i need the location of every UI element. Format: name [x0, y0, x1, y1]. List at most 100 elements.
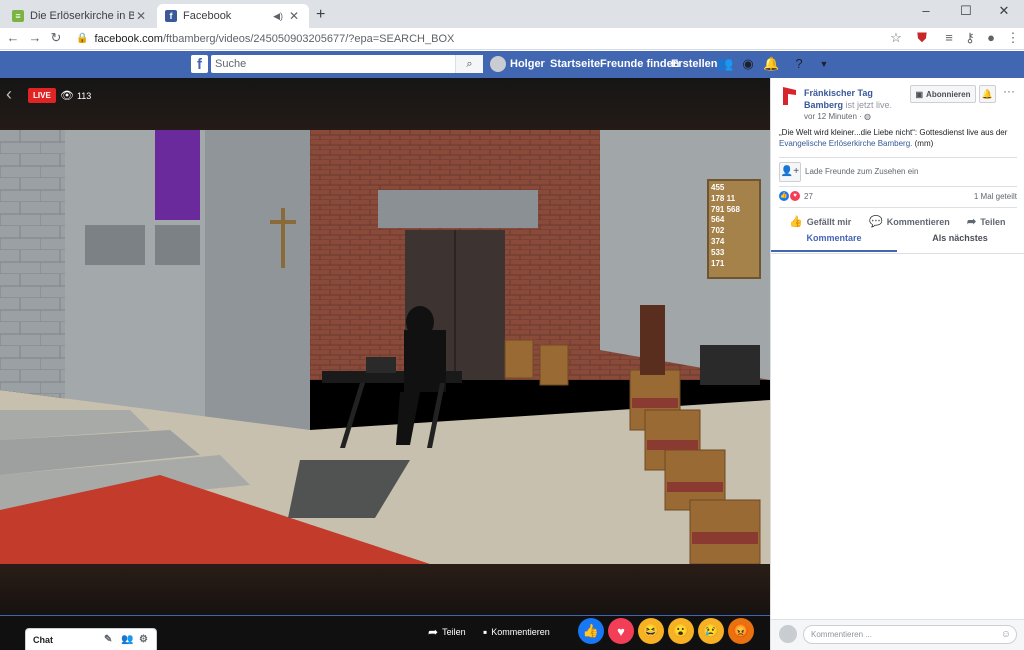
search-input[interactable]: Suche ⌕: [211, 55, 483, 73]
reaction-count: 27: [804, 191, 813, 201]
group-icon[interactable]: 👥: [121, 634, 133, 645]
comment-composer: Kommentieren ... ☺: [771, 619, 1024, 650]
chat-tab[interactable]: Chat ✎ 👥 ⚙: [25, 628, 157, 650]
description-link[interactable]: Evangelische Erlöserkirche Bamberg.: [779, 139, 912, 148]
browser-toolbar: ← → ↻ 🔒 facebook.com/ftbamberg/videos/24…: [0, 28, 1024, 50]
like-label: Gefällt mir: [806, 216, 852, 227]
subscribe-button[interactable]: ▣ Abonnieren: [910, 85, 976, 103]
forward-icon[interactable]: →: [26, 30, 44, 45]
menu-icon[interactable]: ⋮: [1004, 30, 1022, 46]
notification-bell-button[interactable]: 🔔: [979, 85, 996, 103]
share-button[interactable]: ➦ Teilen: [967, 215, 1006, 228]
tab-title: Facebook: [183, 10, 232, 22]
like-button[interactable]: 👍 Gefällt mir: [789, 215, 851, 228]
reaction-sad-button[interactable]: 😢: [698, 618, 724, 644]
reaction-like-button[interactable]: 👍: [578, 618, 604, 644]
messenger-icon[interactable]: ◉: [740, 56, 756, 72]
speaker-icon[interactable]: ◀): [273, 11, 283, 22]
reaction-angry-button[interactable]: 😡: [728, 618, 754, 644]
hymn-number: 533: [711, 247, 725, 257]
url-host: facebook.com: [94, 32, 163, 45]
share-label: Teilen: [980, 216, 1006, 227]
lock-icon: 🔒: [76, 33, 89, 44]
avatar[interactable]: [490, 56, 506, 72]
hymn-number: 455: [711, 183, 725, 192]
address-bar[interactable]: 🔒 facebook.com/ftbamberg/videos/24505090…: [70, 29, 910, 48]
tab-title: Die Erlöserkirche in Bamberg ist hier...: [30, 10, 134, 22]
browser-tab-inactive[interactable]: ≡ Die Erlöserkirche in Bamberg ist hier.…: [4, 4, 156, 28]
hymn-number: 178 11: [711, 193, 736, 203]
viewer-count: 👁 113: [60, 89, 91, 102]
tab-up-next[interactable]: Als nächstes: [897, 233, 1023, 252]
hymn-number: 171: [711, 258, 725, 268]
reload-icon[interactable]: ↻: [47, 30, 65, 46]
bookmark-star-icon[interactable]: ☆: [887, 30, 905, 46]
comment-placeholder: Kommentieren ...: [811, 630, 872, 639]
browser-tab-active[interactable]: f Facebook ◀) ✕: [157, 4, 309, 28]
nav-create[interactable]: Erstellen: [671, 58, 717, 70]
nav-home[interactable]: Startseite: [550, 58, 600, 70]
compose-icon[interactable]: ✎: [104, 634, 112, 645]
facebook-header: f Suche ⌕ Holger Startseite Freunde find…: [0, 51, 1024, 78]
reaction-haha-button[interactable]: 😆: [638, 618, 664, 644]
media-control-icon[interactable]: ≡: [940, 30, 958, 45]
minimize-button[interactable]: –: [906, 3, 946, 18]
close-tab-icon[interactable]: ✕: [134, 9, 148, 23]
profile-link[interactable]: Holger: [510, 58, 545, 70]
browser-tab-strip: ≡ Die Erlöserkirche in Bamberg ist hier.…: [0, 0, 1024, 28]
new-tab-button[interactable]: +: [316, 6, 325, 24]
angry-icon: 😡: [732, 623, 750, 638]
emoji-icon[interactable]: ☺: [1001, 626, 1011, 643]
back-arrow-icon[interactable]: ‹: [6, 84, 12, 105]
close-tab-icon[interactable]: ✕: [287, 9, 301, 23]
video-comment-button[interactable]: ▪ Kommentieren: [483, 625, 550, 639]
pdf-extension-icon[interactable]: ⛊: [913, 30, 931, 46]
invite-friends-text[interactable]: Lade Freunde zum Zusehen ein: [805, 167, 918, 176]
thumbs-up-icon: 👍: [789, 216, 803, 228]
comment-button[interactable]: 💬 Kommentieren: [869, 215, 950, 228]
reaction-love-button[interactable]: ♥: [608, 618, 634, 644]
close-window-button[interactable]: ✕: [984, 3, 1024, 19]
help-icon[interactable]: ?: [791, 56, 807, 71]
reaction-wow-button[interactable]: 😮: [668, 618, 694, 644]
search-icon[interactable]: ⌕: [455, 55, 483, 73]
profile-icon[interactable]: ●: [982, 30, 1000, 45]
wow-icon: 😮: [672, 623, 690, 638]
site-favicon-icon: ≡: [12, 10, 24, 22]
sad-icon: 😢: [702, 623, 720, 638]
comment-input[interactable]: Kommentieren ... ☺: [803, 625, 1017, 644]
bell-icon: 🔔: [981, 89, 994, 99]
hymn-number: 702: [711, 226, 725, 236]
friend-requests-icon[interactable]: 👥: [717, 56, 733, 72]
page-name[interactable]: Fränkischer Tag Bamberg ist jetzt live.: [804, 87, 914, 111]
live-status: ist jetzt live.: [845, 100, 893, 110]
description-tail: (mm): [912, 139, 934, 148]
back-icon[interactable]: ←: [4, 30, 22, 45]
video-share-button[interactable]: ➦ Teilen: [428, 625, 466, 639]
video-player[interactable]: ➦ Teilen ▪ Kommentieren: [0, 78, 770, 650]
gear-icon[interactable]: ⚙: [139, 634, 148, 645]
like-mini-icon: 👍: [779, 191, 789, 201]
more-options-icon[interactable]: ···: [1003, 84, 1015, 98]
facebook-favicon-icon: f: [165, 10, 177, 22]
notifications-icon[interactable]: 🔔: [763, 56, 779, 72]
subscribe-label: Abonnieren: [926, 89, 971, 99]
invite-friends-button[interactable]: 👤+: [779, 162, 801, 182]
key-icon[interactable]: ⚷: [961, 30, 979, 46]
timestamp[interactable]: vor 12 Minuten · ◍: [804, 112, 871, 121]
share-count[interactable]: 1 Mal geteilt: [951, 192, 1017, 201]
comment-icon: 💬: [869, 216, 883, 228]
page-logo-icon[interactable]: [780, 85, 799, 107]
reaction-summary[interactable]: 👍 ♥ 27: [779, 191, 813, 201]
account-menu-icon[interactable]: ▼: [816, 59, 832, 69]
maximize-button[interactable]: ☐: [946, 3, 986, 19]
nav-find-friends[interactable]: Freunde finden: [600, 58, 679, 70]
tab-comments[interactable]: Kommentare: [771, 233, 897, 252]
search-placeholder: Suche: [215, 58, 247, 70]
divider: [779, 157, 1017, 158]
love-icon: ♥: [617, 623, 625, 639]
share-icon: ➦: [428, 625, 439, 639]
like-icon: 👍: [582, 623, 600, 638]
facebook-logo-icon[interactable]: f: [191, 55, 208, 73]
timestamp-text: vor 12 Minuten ·: [804, 112, 865, 121]
